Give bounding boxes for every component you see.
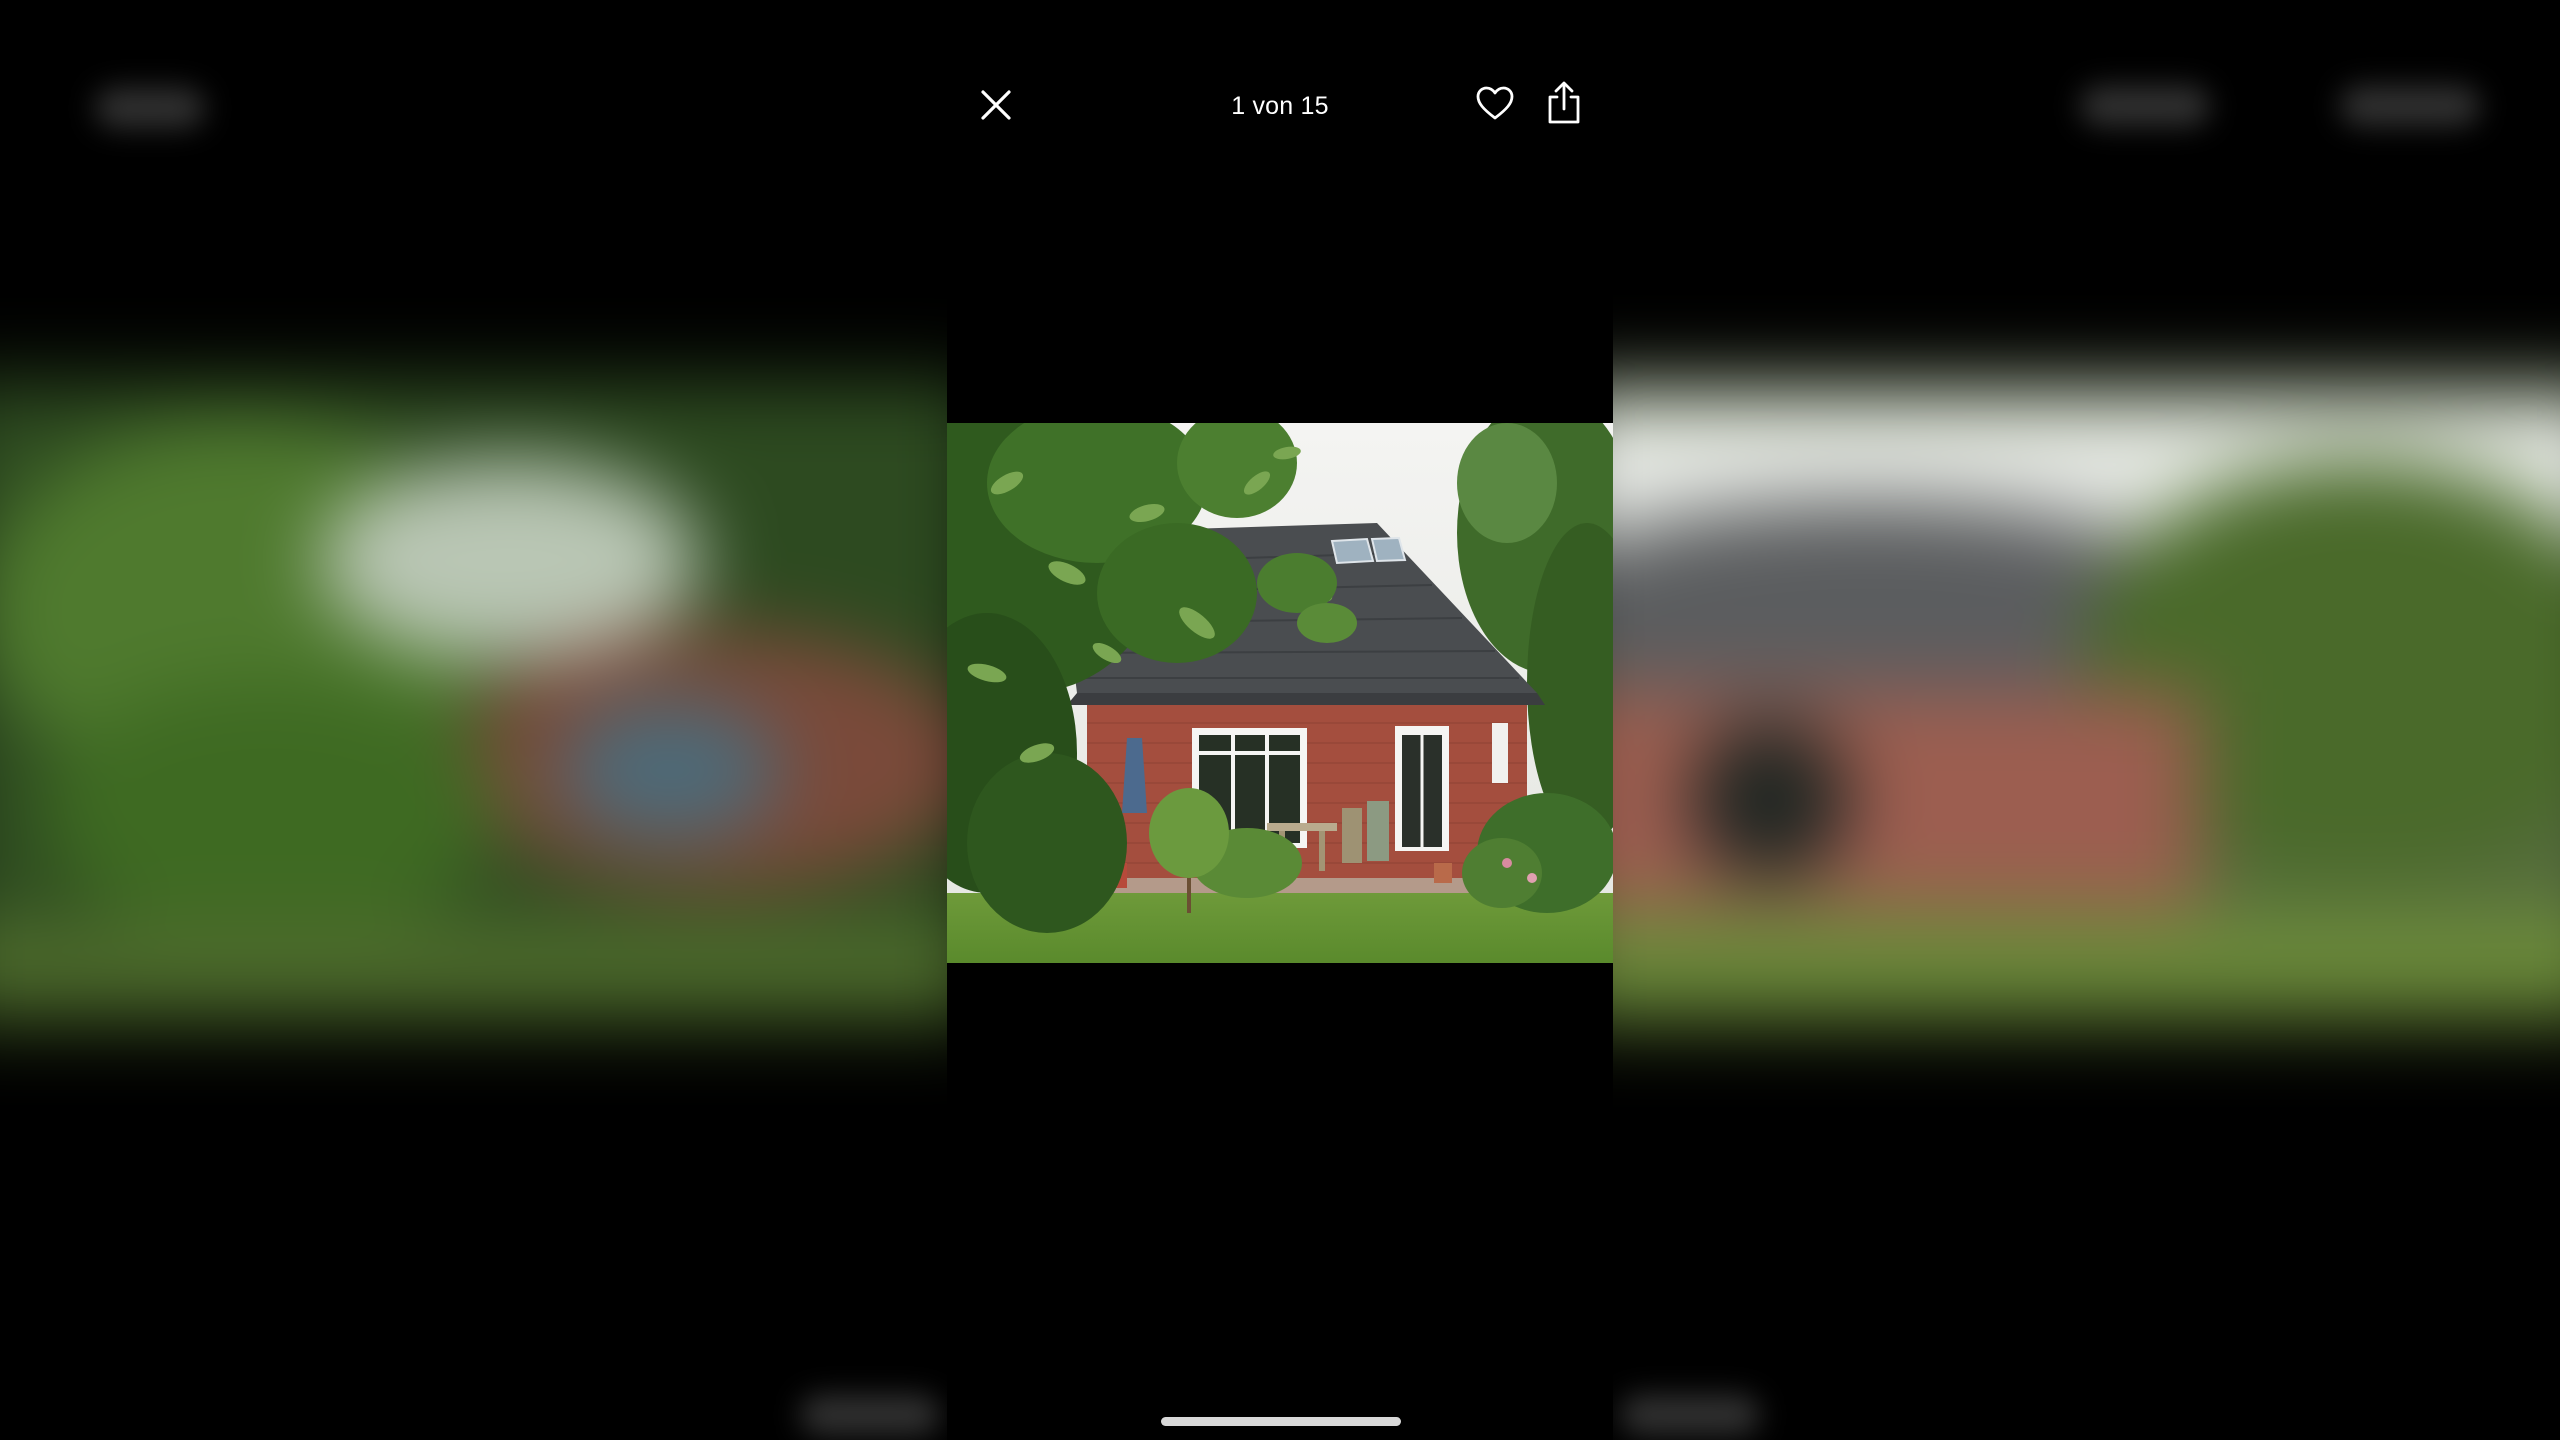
next-image-blurred [1560,380,2560,1020]
ghost-control [800,1395,940,1435]
heart-icon [1476,86,1514,120]
ghost-control [95,88,205,128]
image-viewer: 1 von 15 [947,0,1613,1440]
ghost-control [1620,1395,1760,1435]
previous-image-blurred [0,380,980,1020]
viewer-toolbar: 1 von 15 [947,60,1613,150]
ghost-control [2340,86,2480,126]
gallery-screen: 1 von 15 [0,0,2560,1440]
home-indicator[interactable] [1161,1417,1401,1426]
ghost-control [2080,86,2210,126]
house-garden-image [947,423,1613,963]
share-button[interactable] [1543,80,1585,126]
property-photo[interactable] [947,423,1613,963]
share-icon [1548,81,1580,124]
favorite-button[interactable] [1475,84,1515,124]
